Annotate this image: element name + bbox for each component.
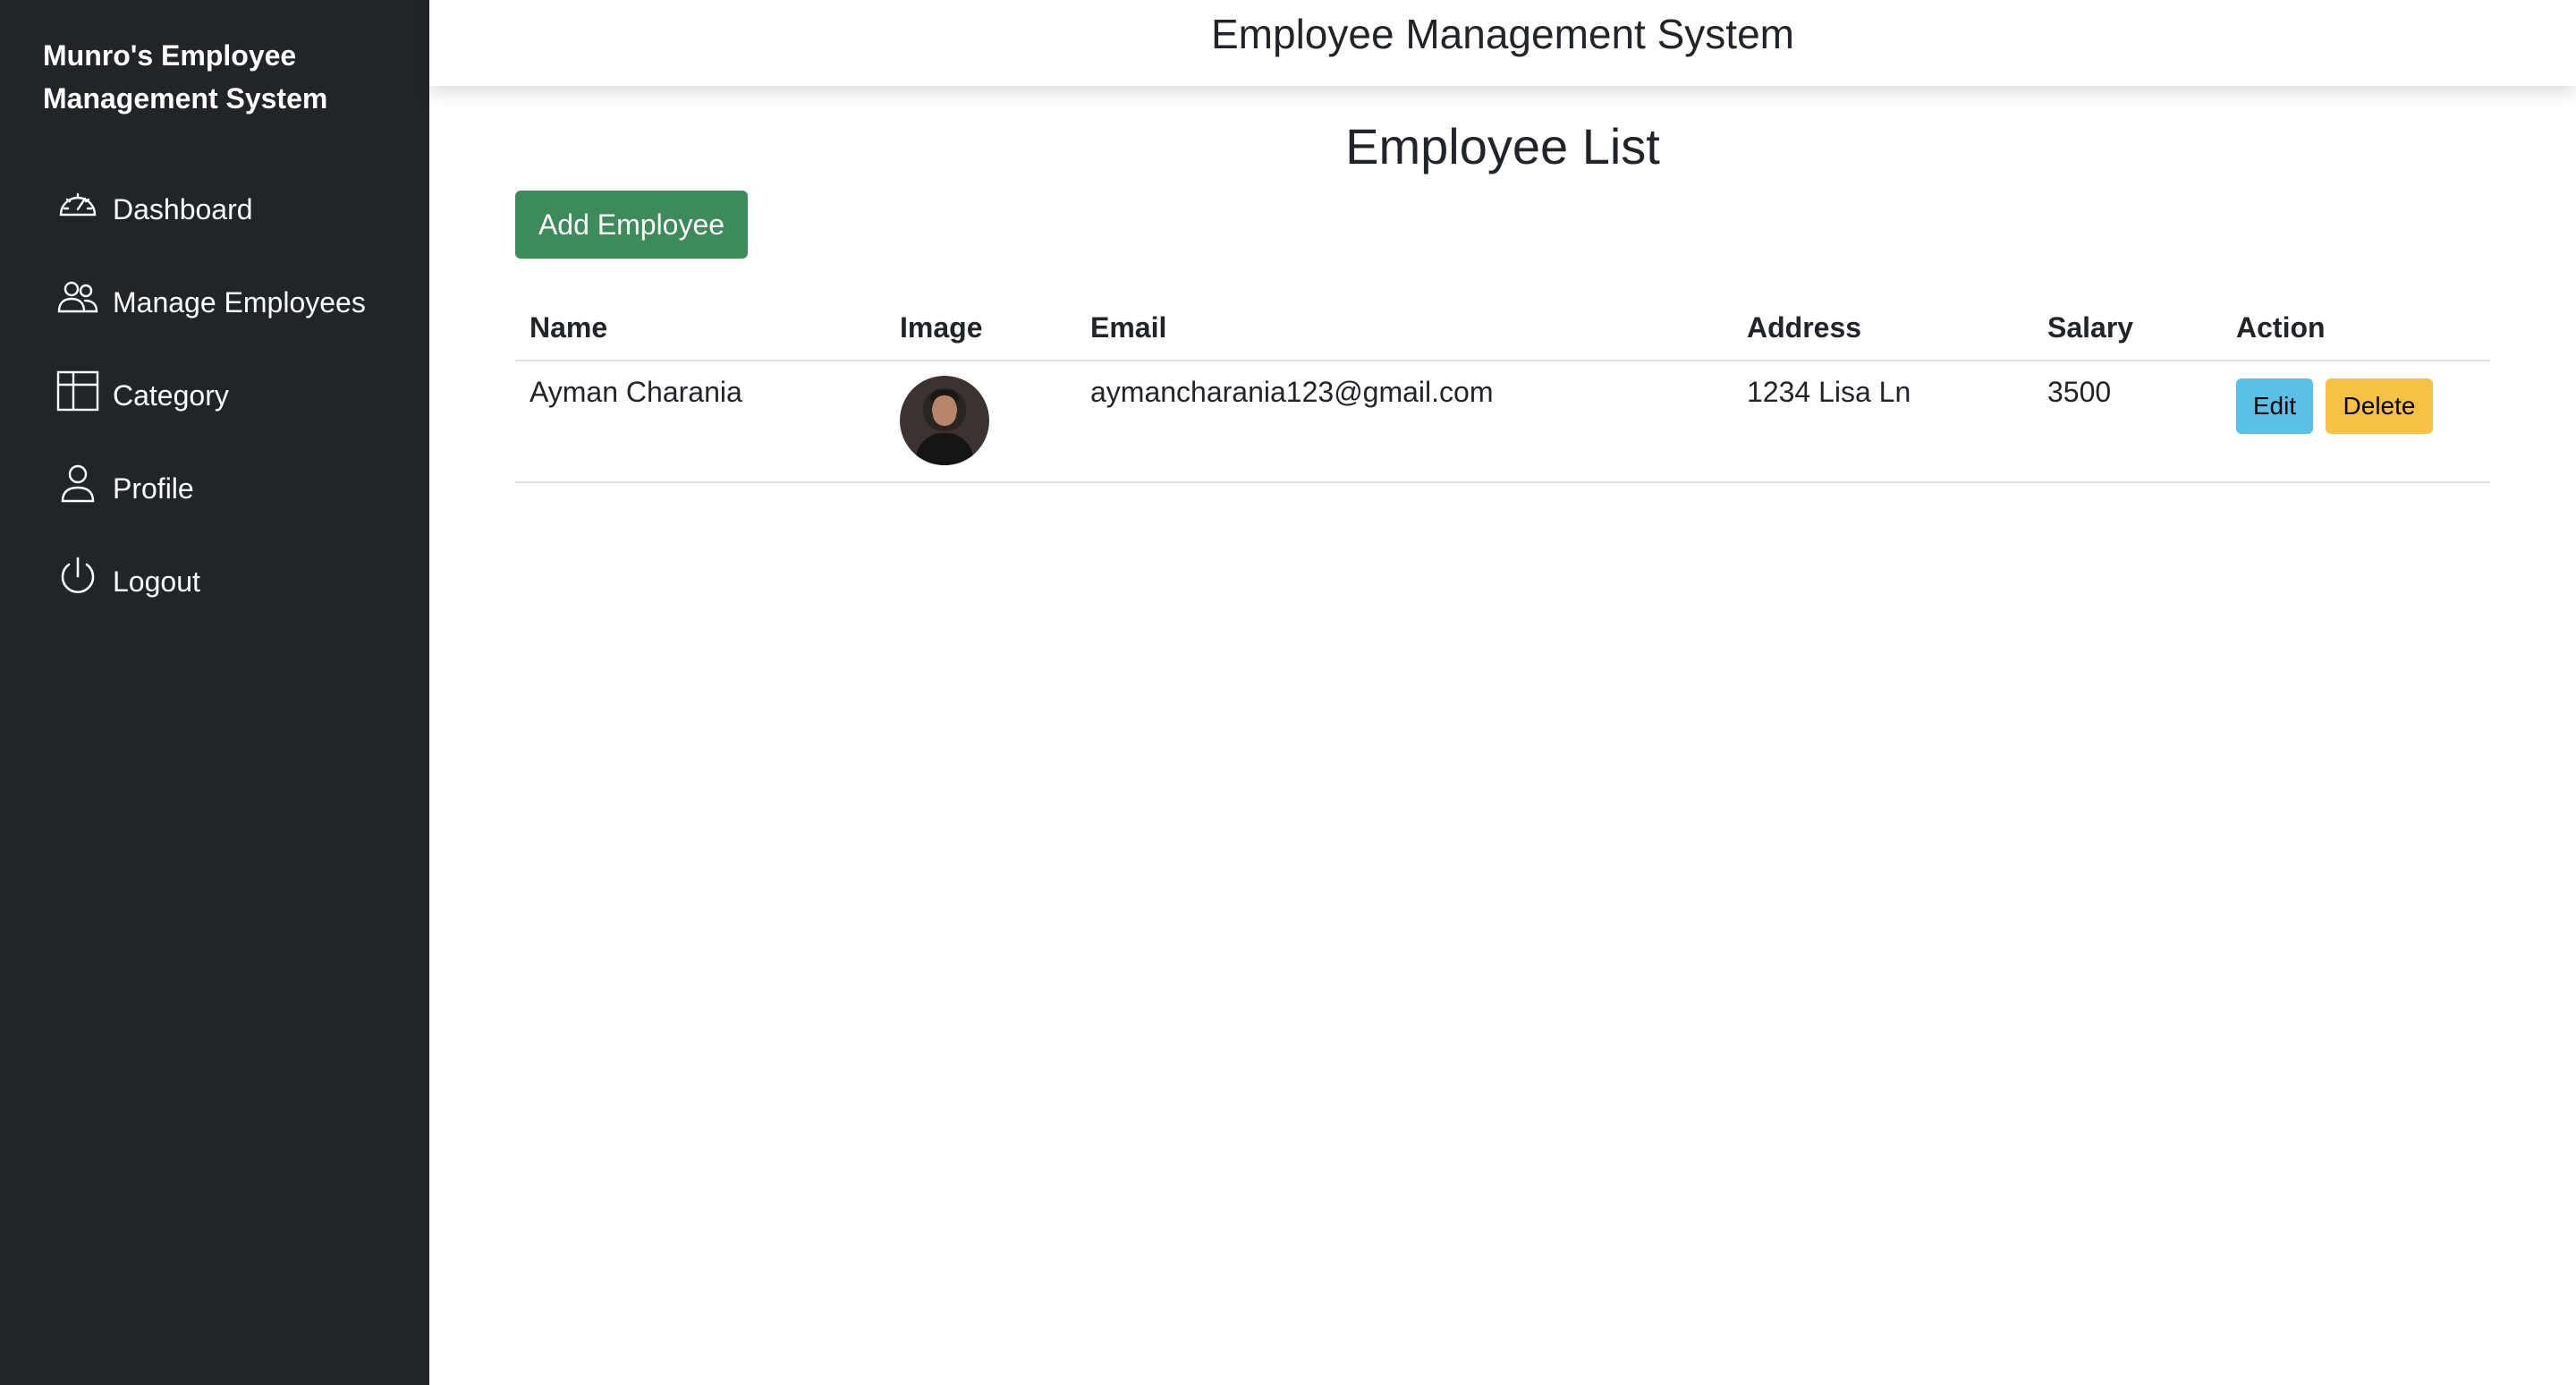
cell-name: Ayman Charania (515, 361, 886, 483)
column-header-address: Address (1733, 295, 2033, 361)
page-title: Employee List (1345, 118, 1660, 174)
table-row: Ayman Charania aymancharania123@gmail.co… (515, 361, 2490, 483)
sidebar-item-label: Logout (113, 565, 200, 598)
cell-email: aymancharania123@gmail.com (1076, 361, 1733, 483)
columns-icon (55, 369, 100, 413)
column-header-image: Image (886, 295, 1076, 361)
sidebar-item-logout[interactable]: Logout (55, 555, 413, 608)
sidebar-item-label: Category (113, 379, 229, 412)
sidebar-item-label: Profile (113, 472, 194, 505)
person-icon (55, 462, 100, 506)
power-icon (55, 555, 100, 599)
header-title: Employee Management System (1211, 11, 1794, 57)
edit-button[interactable]: Edit (2236, 378, 2313, 434)
cell-image (886, 361, 1076, 483)
cell-action: Edit Delete (2222, 361, 2490, 483)
top-header: Employee Management System (429, 0, 2576, 86)
sidebar-item-label: Dashboard (113, 193, 253, 225)
table-header-row: Name Image Email Address Salary Action (515, 295, 2490, 361)
column-header-name: Name (515, 295, 886, 361)
column-header-salary: Salary (2033, 295, 2222, 361)
speedometer-icon (55, 183, 100, 227)
delete-button[interactable]: Delete (2326, 378, 2433, 434)
add-employee-button[interactable]: Add Employee (515, 191, 748, 259)
sidebar-item-dashboard[interactable]: Dashboard (55, 183, 413, 236)
column-header-email: Email (1076, 295, 1733, 361)
column-header-action: Action (2222, 295, 2490, 361)
employee-table: Name Image Email Address Salary Action A… (515, 295, 2490, 483)
brand-title[interactable]: Munro's Employee Management System (43, 34, 401, 120)
people-icon (55, 276, 100, 320)
sidebar-item-manage-employees[interactable]: Manage Employees (55, 276, 413, 329)
sidebar: Munro's Employee Management System Dashb… (0, 0, 429, 1385)
sidebar-item-profile[interactable]: Profile (55, 462, 413, 515)
cell-salary: 3500 (2033, 361, 2222, 483)
avatar (900, 376, 989, 465)
sidebar-item-label: Manage Employees (113, 286, 366, 319)
app-root: Munro's Employee Management System Dashb… (0, 0, 2576, 1385)
sidebar-item-category[interactable]: Category (55, 369, 413, 422)
cell-address: 1234 Lisa Ln (1733, 361, 2033, 483)
